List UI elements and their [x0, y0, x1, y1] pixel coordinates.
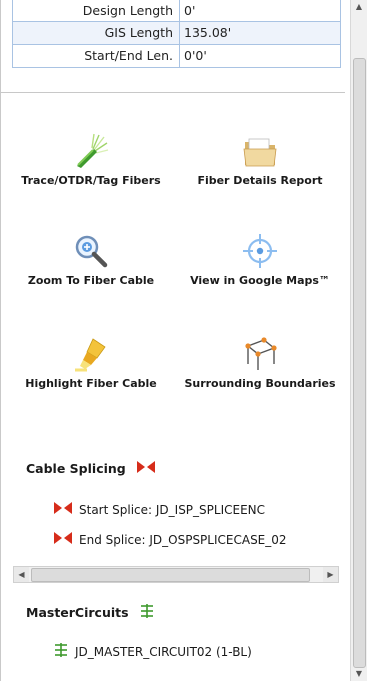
- tool-label: Surrounding Boundaries: [184, 377, 336, 390]
- circuit-label: JD_MASTER_CIRCUIT02 (1-BL): [75, 644, 252, 659]
- scroll-down-icon[interactable]: ▼: [351, 667, 367, 681]
- surrounding-boundaries-button[interactable]: Surrounding Boundaries: [175, 336, 345, 392]
- crosshair-icon: [243, 234, 277, 268]
- magnifier-icon: [75, 235, 108, 268]
- divider: [1, 92, 345, 93]
- master-circuits-header: MasterCircuits: [26, 603, 155, 622]
- horizontal-scroll-thumb[interactable]: [31, 568, 310, 582]
- details-panel: Design Length 0' GIS Length 135.08' Star…: [0, 0, 345, 681]
- circuit-icon: [139, 603, 155, 622]
- splice-icon: [53, 500, 73, 519]
- vertical-scroll-thumb[interactable]: [353, 58, 366, 668]
- splice-label: Start Splice: JD_ISP_SPLICEENC: [79, 502, 266, 517]
- tool-label: View in Google Maps™: [190, 274, 330, 287]
- property-value: 0'0': [184, 48, 207, 63]
- tool-label: Fiber Details Report: [197, 174, 323, 187]
- splice-icon: [136, 459, 156, 478]
- start-splice-link[interactable]: Start Splice: JD_ISP_SPLICEENC: [53, 500, 265, 519]
- view-in-google-maps-button[interactable]: View in Google Maps™: [175, 233, 345, 289]
- tool-label: Trace/OTDR/Tag Fibers: [21, 174, 161, 187]
- boundary-icon: [245, 337, 277, 370]
- scroll-right-icon[interactable]: ▶: [323, 567, 338, 582]
- splice-icon: [53, 530, 73, 549]
- properties-table: Design Length 0' GIS Length 135.08' Star…: [12, 0, 341, 68]
- circuit-icon: [53, 642, 69, 661]
- highlight-fiber-cable-button[interactable]: Highlight Fiber Cable: [6, 336, 176, 392]
- property-row: GIS Length 135.08': [13, 21, 340, 44]
- property-key: Design Length: [13, 0, 180, 21]
- property-value: 0': [184, 3, 196, 18]
- end-splice-link[interactable]: End Splice: JD_OSPSPLICECASE_02: [53, 530, 287, 549]
- zoom-to-fiber-cable-button[interactable]: Zoom To Fiber Cable: [6, 233, 176, 289]
- section-title: MasterCircuits: [26, 605, 129, 620]
- fiber-details-report-button[interactable]: Fiber Details Report: [175, 133, 345, 189]
- horizontal-scrollbar[interactable]: ◀ ▶: [13, 566, 339, 583]
- property-row: Start/End Len. 0'0': [13, 44, 340, 67]
- scroll-left-icon[interactable]: ◀: [14, 567, 29, 582]
- property-value: 135.08': [184, 25, 232, 40]
- scroll-up-icon[interactable]: ▲: [351, 0, 367, 14]
- section-title: Cable Splicing: [26, 461, 126, 476]
- tool-label: Zoom To Fiber Cable: [27, 274, 155, 287]
- folder-icon: [243, 138, 277, 167]
- splice-label: End Splice: JD_OSPSPLICECASE_02: [79, 532, 287, 547]
- property-key: GIS Length: [13, 22, 180, 44]
- trace-otdr-tag-fibers-button[interactable]: Trace/OTDR/Tag Fibers: [6, 133, 176, 189]
- tool-label: Highlight Fiber Cable: [25, 377, 157, 390]
- property-row: Design Length 0': [13, 0, 340, 21]
- cable-splicing-header: Cable Splicing: [26, 459, 156, 478]
- fiber-bundle-icon: [77, 133, 109, 168]
- property-key: Start/End Len.: [13, 45, 180, 67]
- highlighter-icon: [75, 338, 106, 372]
- vertical-scrollbar[interactable]: ▲ ▼: [350, 0, 367, 681]
- master-circuit-link[interactable]: JD_MASTER_CIRCUIT02 (1-BL): [53, 642, 252, 661]
